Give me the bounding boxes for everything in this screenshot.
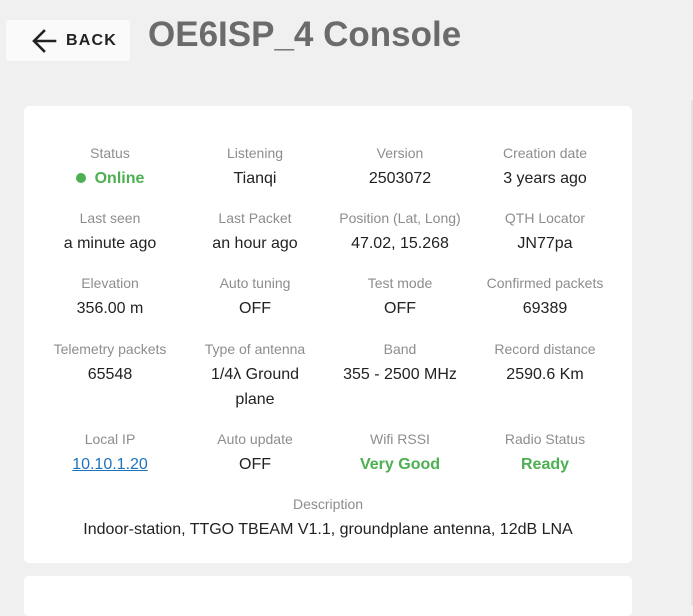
listening-label: Listening <box>226 145 284 161</box>
creation-date-field: Creation date 3 years ago <box>475 144 615 191</box>
record-distance-value: 2590.6 Km <box>506 366 584 383</box>
position-value: 47.02, 15.268 <box>351 235 449 252</box>
antenna-type-label: Type of antenna <box>204 341 306 357</box>
test-mode-label: Test mode <box>367 275 433 291</box>
confirmed-packets-label: Confirmed packets <box>486 275 604 291</box>
radio-status-value: Ready <box>520 456 570 473</box>
status-value: Online <box>40 166 180 191</box>
arrow-left-icon <box>32 29 57 53</box>
wifi-rssi-label: Wifi RSSI <box>370 431 430 447</box>
elevation-value: 356.00 m <box>76 300 144 317</box>
description-label: Description <box>292 496 364 512</box>
test-mode-value: OFF <box>384 300 416 317</box>
telemetry-packets-field: Telemetry packets 65548 <box>40 340 180 387</box>
status-label: Status <box>90 145 130 161</box>
last-packet-field: Last Packet an hour ago <box>185 209 325 256</box>
band-field: Band 355 - 2500 MHz <box>330 340 470 387</box>
status-field: Status Online <box>40 144 180 191</box>
description-value: Indoor-station, TTGO TBEAM V1.1, groundp… <box>83 521 573 538</box>
antenna-type-field: Type of antenna 1/4λ Ground plane <box>185 340 325 412</box>
elevation-label: Elevation <box>81 275 139 291</box>
status-text: Online <box>94 170 145 187</box>
last-seen-label: Last seen <box>79 210 141 226</box>
version-label: Version <box>376 145 424 161</box>
antenna-type-value-line2: plane <box>235 391 275 408</box>
auto-tuning-label: Auto tuning <box>219 275 291 291</box>
auto-update-label: Auto update <box>217 431 293 447</box>
radio-status-label: Radio Status <box>504 431 586 447</box>
local-ip-link[interactable]: 10.10.1.20 <box>40 452 180 477</box>
last-packet-label: Last Packet <box>218 210 292 226</box>
last-seen-value: a minute ago <box>63 235 157 252</box>
page-title: OE6ISP_4 Console <box>148 15 462 54</box>
radio-status-field: Radio Status Ready <box>475 430 615 477</box>
telemetry-packets-value: 65548 <box>87 366 133 383</box>
auto-update-field: Auto update OFF <box>185 430 325 477</box>
listening-value: Tianqi <box>233 170 277 187</box>
description-field: Description Indoor-station, TTGO TBEAM V… <box>24 495 632 542</box>
band-label: Band <box>383 341 417 357</box>
confirmed-packets-field: Confirmed packets 69389 <box>475 274 615 321</box>
version-field: Version 2503072 <box>330 144 470 191</box>
qth-locator-value: JN77pa <box>517 235 573 252</box>
last-packet-value: an hour ago <box>212 235 298 252</box>
status-dot-icon <box>75 172 86 183</box>
antenna-type-value-line1: 1/4λ Ground <box>210 366 300 383</box>
band-value: 355 - 2500 MHz <box>343 366 457 383</box>
qth-locator-field: QTH Locator JN77pa <box>475 209 615 256</box>
listening-field: Listening Tianqi <box>185 144 325 191</box>
auto-update-value: OFF <box>239 456 271 473</box>
test-mode-field: Test mode OFF <box>330 274 470 321</box>
auto-tuning-field: Auto tuning OFF <box>185 274 325 321</box>
elevation-field: Elevation 356.00 m <box>40 274 180 321</box>
telemetry-packets-label: Telemetry packets <box>53 341 167 357</box>
record-distance-field: Record distance 2590.6 Km <box>475 340 615 387</box>
back-button[interactable]: BACK <box>6 20 130 61</box>
local-ip-label: Local IP <box>84 431 136 447</box>
back-button-label: BACK <box>66 32 118 49</box>
last-seen-field: Last seen a minute ago <box>40 209 180 256</box>
station-info-card: Status Online Listening Tianqi Version 2… <box>24 106 632 563</box>
antenna-type-value: 1/4λ Ground plane <box>185 362 325 412</box>
confirmed-packets-value: 69389 <box>522 300 568 317</box>
secondary-card <box>24 576 632 616</box>
wifi-rssi-value: Very Good <box>359 456 441 473</box>
wifi-rssi-field: Wifi RSSI Very Good <box>330 430 470 477</box>
record-distance-label: Record distance <box>494 341 596 357</box>
qth-locator-label: QTH Locator <box>504 210 586 226</box>
version-value: 2503072 <box>368 170 432 187</box>
creation-date-value: 3 years ago <box>503 170 587 187</box>
creation-date-label: Creation date <box>502 145 588 161</box>
local-ip-field: Local IP 10.10.1.20 <box>40 430 180 477</box>
position-field: Position (Lat, Long) 47.02, 15.268 <box>330 209 470 256</box>
auto-tuning-value: OFF <box>239 300 271 317</box>
position-label: Position (Lat, Long) <box>339 210 461 226</box>
